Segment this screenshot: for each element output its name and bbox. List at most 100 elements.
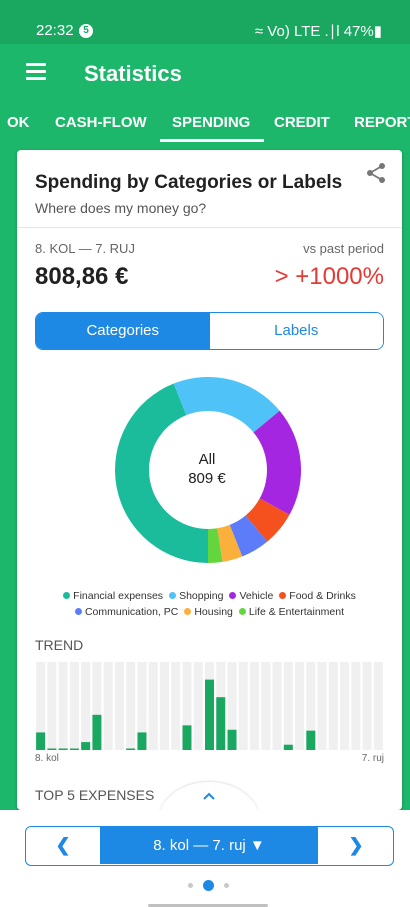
top-expenses-title: TOP 5 EXPENSES: [35, 787, 155, 803]
trend-bar-background: [126, 662, 136, 750]
next-period-button[interactable]: ❯: [319, 827, 393, 864]
trend-bar-background: [250, 662, 260, 750]
trend-bar: [81, 742, 91, 750]
trend-title: TREND: [35, 637, 84, 653]
legend-item: Financial expenses: [63, 588, 163, 604]
app-bar: Statistics: [0, 44, 410, 100]
trend-bar: [204, 679, 215, 750]
trend-bar-background: [103, 662, 113, 750]
trend-bar-background: [69, 662, 79, 750]
trend-bar-background: [58, 662, 68, 750]
chevron-up-icon: [203, 792, 215, 800]
legend-label: Life & Entertainment: [248, 606, 345, 618]
trend-bar-background: [283, 662, 293, 750]
change-percentage: > +1000%: [274, 263, 384, 290]
legend-item: Life & Entertainment: [238, 604, 345, 620]
trend-bar-background: [328, 662, 338, 750]
tab-credit[interactable]: CREDIT: [274, 114, 330, 131]
legend-dot: [63, 592, 71, 599]
trend-bar: [216, 697, 226, 750]
trend-bar: [227, 729, 237, 750]
trend-bar: [182, 725, 192, 750]
spending-card: Spending by Categories or Labels Where d…: [17, 150, 402, 810]
trend-bar: [306, 730, 316, 750]
trend-bar-background: [317, 662, 327, 750]
hamburger-menu-icon[interactable]: [26, 63, 46, 80]
active-tab-indicator: [160, 139, 264, 142]
legend-item: Communication, PC: [74, 604, 179, 620]
status-bar: 22:32 5 ≈ Vo) LTE .∣l 47%▮: [0, 0, 410, 44]
card-title: Spending by Categories or Labels: [35, 172, 343, 193]
trend-end-label: 7. ruj: [361, 753, 384, 764]
legend-label: Shopping: [179, 590, 224, 602]
legend-item: Shopping: [169, 588, 223, 604]
status-indicators: ≈ Vo) LTE .∣l 47%▮: [254, 23, 382, 40]
legend-label: Vehicle: [239, 590, 274, 602]
legend-item: Vehicle: [229, 588, 273, 604]
trend-bar: [283, 744, 293, 750]
trend-bar-background: [238, 662, 248, 750]
page-title: Statistics: [84, 61, 182, 86]
trend-bar-background: [47, 662, 57, 750]
total-amount: 808,86 €: [35, 263, 129, 290]
tab-ok[interactable]: OK: [7, 114, 30, 131]
trend-bar-background: [159, 662, 169, 750]
legend-dot: [229, 592, 237, 599]
legend-item: Food & Drinks: [279, 588, 356, 604]
notification-badge: 5: [79, 24, 93, 38]
legend-dot: [74, 608, 82, 615]
trend-bar-background: [340, 662, 350, 750]
comparison-label: vs past period: [303, 241, 384, 256]
trend-chart: [36, 662, 383, 750]
tab-report[interactable]: REPORT: [354, 114, 410, 131]
share-icon[interactable]: [365, 162, 387, 184]
trend-bar-background: [148, 662, 158, 750]
page-dot: [188, 883, 193, 888]
category-label-toggle: Categories Labels: [35, 312, 384, 350]
chart-legend: Financial expenses Shopping Vehicle Food & …: [17, 588, 402, 620]
donut-center-label: All 809 €: [157, 450, 257, 488]
period-selector[interactable]: 8. kol — 7. ruj ▼: [100, 827, 318, 864]
trend-bar-background: [272, 662, 282, 750]
legend-label: Food & Drinks: [289, 590, 356, 602]
page-dot-active: [203, 880, 214, 891]
previous-period-button[interactable]: ❮: [26, 827, 100, 864]
tab-cash-flow[interactable]: CASH-FLOW: [55, 114, 147, 131]
trend-bar-background: [351, 662, 361, 750]
card-subtitle: Where does my money go?: [35, 200, 207, 216]
legend-label: Housing: [194, 606, 233, 618]
trend-bar: [58, 748, 68, 750]
bottom-navigation: ❮ 8. kol — 7. ruj ▼ ❯: [0, 810, 410, 907]
legend-label: Communication, PC: [84, 606, 179, 618]
legend-dot: [169, 592, 177, 599]
period-navigator: ❮ 8. kol — 7. ruj ▼ ❯: [25, 826, 394, 866]
trend-bar: [137, 732, 147, 750]
page-dot: [224, 883, 229, 888]
trend-bar: [69, 748, 79, 750]
trend-bar: [36, 732, 46, 750]
trend-bar-background: [295, 662, 305, 750]
trend-bar-background: [193, 662, 203, 750]
legend-dot: [184, 608, 192, 615]
legend-dot: [238, 608, 246, 615]
status-time: 22:32: [36, 22, 74, 39]
trend-bar-background: [81, 662, 91, 750]
trend-bar-background: [171, 662, 181, 750]
tab-bar: OK CASH-FLOW SPENDING CREDIT REPORT: [0, 100, 410, 142]
trend-bar: [126, 748, 136, 750]
trend-bar: [92, 714, 102, 750]
trend-bar-background: [373, 662, 383, 750]
categories-toggle[interactable]: Categories: [36, 313, 210, 349]
page-indicator: [188, 880, 232, 892]
trend-start-label: 8. kol: [35, 753, 59, 764]
tab-spending[interactable]: SPENDING: [172, 114, 250, 131]
labels-toggle[interactable]: Labels: [209, 313, 383, 349]
donut-center-title: All: [198, 451, 216, 468]
trend-bar-background: [261, 662, 271, 750]
trend-bar-background: [114, 662, 124, 750]
period-range: 8. KOL — 7. RUJ: [35, 241, 135, 256]
legend-dot: [279, 592, 287, 599]
trend-bar-background: [362, 662, 372, 750]
donut-center-value: 809 €: [188, 470, 226, 487]
legend-item: Housing: [184, 604, 233, 620]
